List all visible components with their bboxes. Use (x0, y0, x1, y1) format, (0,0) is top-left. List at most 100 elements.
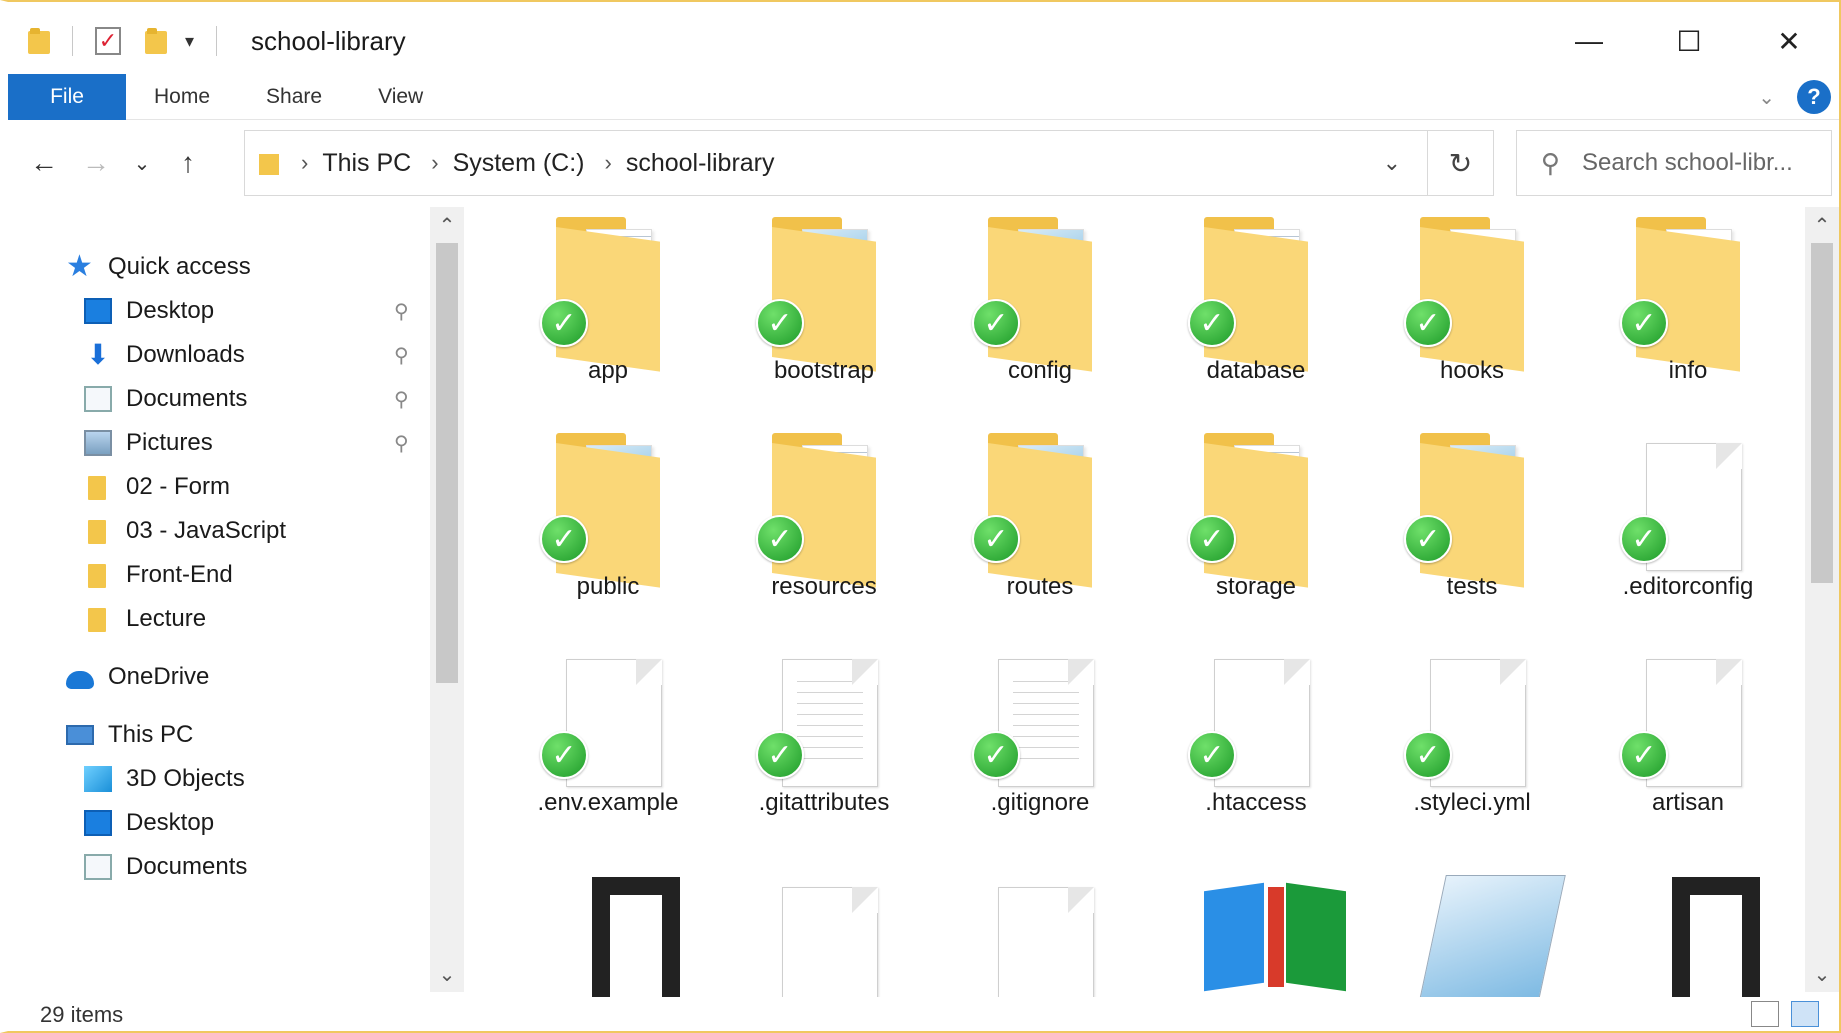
recent-locations-button[interactable]: ⌄ (122, 151, 162, 176)
file-item[interactable]: ✓ public (508, 423, 708, 633)
chevron-right-icon[interactable]: › (431, 150, 438, 176)
file-grid: ✓ app ✓ bootstrap ✓ config ✓ database ✓ hooks ✓ inf… (508, 207, 1841, 997)
sidebar-item-downloads[interactable]: ⬇ Downloads (84, 335, 245, 375)
sidebar-item-label: 03 - JavaScript (126, 517, 287, 544)
file-item[interactable]: ✓ tests (1372, 423, 1572, 633)
file-item[interactable]: ✓ .styleci.yml (1372, 639, 1572, 849)
close-button[interactable]: ✕ (1739, 2, 1839, 80)
shortcut-icon (1638, 877, 1768, 997)
file-item[interactable] (940, 867, 1140, 997)
tab-file[interactable]: File (8, 73, 126, 120)
ribbon: File Home Share View ⌄ ? (8, 73, 1839, 120)
tab-view[interactable]: View (350, 74, 451, 120)
content-scrollbar[interactable]: ⌃ ⌄ (1805, 207, 1839, 992)
scroll-thumb[interactable] (1811, 243, 1833, 583)
expand-ribbon-icon[interactable]: ⌄ (1758, 85, 1775, 110)
breadcrumb-school-library[interactable]: school-library (626, 149, 775, 178)
sidebar-item-label: Downloads (126, 341, 245, 368)
pin-icon[interactable]: ⚲ (394, 343, 409, 368)
file-item[interactable]: ✓ bootstrap (724, 207, 924, 417)
scroll-thumb[interactable] (436, 243, 458, 683)
sidebar-item-lecture[interactable]: Lecture (84, 599, 206, 639)
tab-home[interactable]: Home (126, 74, 238, 120)
file-name: .styleci.yml (1413, 789, 1531, 816)
file-name: database (1206, 357, 1306, 384)
desktop-icon (84, 810, 112, 836)
address-bar[interactable]: › This PC › System (C:) › school-library… (244, 130, 1494, 196)
item-count: 29 items (40, 1002, 124, 1027)
sidebar-item-label: 02 - Form (126, 473, 231, 500)
sync-check-icon: ✓ (1188, 731, 1236, 779)
file-item[interactable] (508, 867, 708, 997)
back-button[interactable]: ← (18, 147, 70, 179)
file-item[interactable]: ✓ resources (724, 423, 924, 633)
pin-icon[interactable]: ⚲ (394, 387, 409, 412)
file-item[interactable]: ✓ config (940, 207, 1140, 417)
file-item[interactable]: ✓ .htaccess (1156, 639, 1356, 849)
file-item[interactable] (724, 867, 924, 997)
help-icon[interactable]: ? (1797, 80, 1831, 114)
sidebar-item-documents[interactable]: Documents (84, 379, 247, 419)
search-icon: ⚲ (1541, 147, 1561, 178)
sidebar-item-desktop[interactable]: Desktop (84, 291, 214, 331)
sidebar-item-label: OneDrive (108, 663, 210, 690)
book-icon (1204, 877, 1348, 992)
maximize-button[interactable]: ☐ (1639, 2, 1739, 80)
sidebar-item-this-pc[interactable]: This PC (66, 715, 193, 755)
sidebar-item-02-form[interactable]: 02 - Form (84, 467, 230, 507)
new-folder-icon[interactable] (145, 28, 167, 54)
file-item[interactable]: ✓ routes (940, 423, 1140, 633)
file-item[interactable]: ✓ database (1156, 207, 1356, 417)
sidebar-item-onedrive[interactable]: OneDrive (66, 657, 209, 697)
file-item[interactable]: ✓ hooks (1372, 207, 1572, 417)
refresh-button[interactable]: ↻ (1427, 131, 1493, 195)
file-item[interactable]: ✓ .gitattributes (724, 639, 924, 849)
sync-check-icon: ✓ (756, 731, 804, 779)
sidebar-item-pc-desktop[interactable]: Desktop (84, 803, 214, 843)
scroll-down-icon[interactable]: ⌄ (1808, 962, 1836, 987)
breadcrumb-system-c[interactable]: System (C:) (453, 149, 585, 178)
file-item[interactable]: ✓ artisan (1588, 639, 1788, 849)
file-item[interactable] (1156, 867, 1356, 997)
pictures-icon (84, 430, 112, 456)
file-item[interactable]: ✓ storage (1156, 423, 1356, 633)
file-item[interactable]: ✓ info (1588, 207, 1788, 417)
sync-check-icon: ✓ (1188, 515, 1236, 563)
minimize-button[interactable]: — (1539, 2, 1639, 80)
sidebar-item-3d-objects[interactable]: 3D Objects (84, 759, 245, 799)
forward-button[interactable]: → (70, 147, 122, 179)
scroll-up-icon[interactable]: ⌃ (1808, 213, 1836, 238)
properties-icon[interactable]: ✓ (95, 27, 121, 55)
folder-icon[interactable] (28, 28, 50, 54)
chevron-right-icon[interactable]: › (605, 150, 612, 176)
address-dropdown-icon[interactable]: ⌄ (1383, 150, 1401, 176)
up-button[interactable]: ↑ (162, 147, 214, 179)
sidebar-item-03-javascript[interactable]: 03 - JavaScript (84, 511, 286, 551)
details-view-icon[interactable] (1751, 1001, 1779, 1027)
chevron-right-icon[interactable]: › (301, 150, 308, 176)
file-item[interactable]: ✓ .env.example (508, 639, 708, 849)
search-input[interactable]: Search school-libr... (1582, 149, 1793, 177)
large-icons-view-icon[interactable] (1791, 1001, 1819, 1027)
tab-share[interactable]: Share (238, 74, 350, 120)
sidebar-item-front-end[interactable]: Front-End (84, 555, 233, 595)
breadcrumb-this-pc[interactable]: This PC (322, 149, 411, 178)
scroll-down-icon[interactable]: ⌄ (433, 962, 461, 987)
file-item[interactable] (1372, 867, 1572, 997)
sidebar-item-pictures[interactable]: Pictures (84, 423, 213, 463)
scroll-up-icon[interactable]: ⌃ (433, 213, 461, 238)
search-box[interactable]: ⚲ Search school-libr... (1516, 130, 1832, 196)
sidebar-scrollbar[interactable]: ⌃ ⌄ (430, 207, 464, 992)
sidebar-item-quick-access[interactable]: ★ Quick access (66, 247, 251, 287)
file-item[interactable]: ✓ app (508, 207, 708, 417)
sync-check-icon: ✓ (1188, 299, 1236, 347)
divider (72, 26, 73, 56)
customize-toolbar-dropdown-icon[interactable]: ▾ (185, 31, 194, 52)
pin-icon[interactable]: ⚲ (394, 299, 409, 324)
sidebar-item-pc-documents[interactable]: Documents (84, 847, 247, 887)
file-item[interactable] (1588, 867, 1788, 997)
file-item[interactable]: ✓ .gitignore (940, 639, 1140, 849)
pin-icon[interactable]: ⚲ (394, 431, 409, 456)
explorer-window: ✓ ▾ school-library — ☐ ✕ File Home Share… (0, 0, 1841, 1033)
file-item[interactable]: ✓ .editorconfig (1588, 423, 1788, 633)
